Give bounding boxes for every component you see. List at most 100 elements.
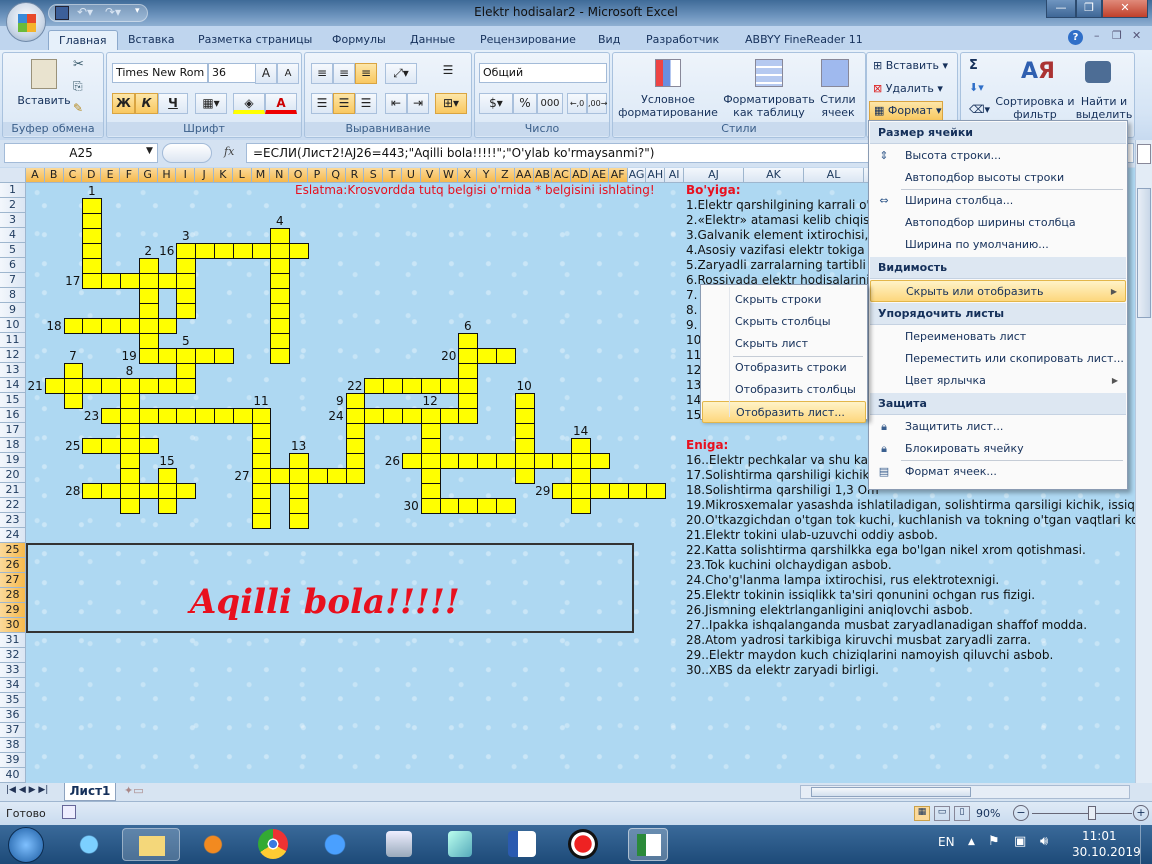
crossword-cell[interactable] bbox=[232, 408, 253, 424]
decrease-indent-button[interactable]: ⇤ bbox=[385, 93, 407, 114]
crossword-cell[interactable] bbox=[214, 408, 234, 424]
fill-color-button[interactable]: ◈ bbox=[233, 93, 265, 114]
row-header[interactable]: 33 bbox=[0, 663, 26, 678]
crossword-cell[interactable] bbox=[289, 453, 309, 469]
crossword-cell[interactable] bbox=[120, 483, 140, 499]
crossword-cell[interactable] bbox=[420, 483, 441, 499]
column-header[interactable]: L bbox=[232, 168, 252, 183]
crossword-cell[interactable] bbox=[251, 513, 272, 529]
row-header[interactable]: 36 bbox=[0, 708, 26, 723]
tab-review[interactable]: Рецензирование bbox=[470, 30, 586, 50]
crossword-cell[interactable] bbox=[157, 273, 178, 289]
row-header[interactable]: 12 bbox=[0, 348, 26, 363]
column-header[interactable]: AH bbox=[646, 168, 666, 183]
row-header[interactable]: 22 bbox=[0, 498, 26, 513]
crossword-cell[interactable] bbox=[195, 408, 215, 424]
percent-button[interactable]: % bbox=[513, 93, 537, 114]
excel-icon[interactable] bbox=[628, 828, 668, 861]
crossword-cell[interactable] bbox=[477, 348, 497, 364]
tab-view[interactable]: Вид bbox=[588, 30, 630, 50]
font-size-select[interactable]: 36 bbox=[208, 63, 256, 83]
select-all-corner[interactable] bbox=[0, 168, 26, 183]
ribbon-minimize-icon[interactable]: – bbox=[1094, 29, 1100, 42]
macro-record-icon[interactable] bbox=[62, 805, 76, 819]
crossword-cell[interactable] bbox=[383, 408, 403, 424]
crossword-cell[interactable] bbox=[289, 468, 309, 484]
crossword-cell[interactable] bbox=[176, 348, 197, 364]
scroll-thumb[interactable] bbox=[1137, 188, 1151, 318]
crossword-cell[interactable] bbox=[270, 228, 291, 244]
h-scroll-thumb[interactable] bbox=[811, 787, 971, 797]
formula-bar-expander[interactable] bbox=[162, 143, 212, 163]
crossword-cell[interactable] bbox=[251, 468, 272, 484]
crossword-cell[interactable] bbox=[176, 408, 197, 424]
crossword-cell[interactable] bbox=[533, 453, 554, 469]
crossword-cell[interactable] bbox=[82, 228, 103, 244]
office-button[interactable] bbox=[6, 2, 46, 42]
show-desktop-button[interactable] bbox=[1140, 825, 1152, 864]
crossword-cell[interactable] bbox=[270, 318, 291, 334]
column-header[interactable]: F bbox=[120, 168, 139, 183]
crossword-cell[interactable] bbox=[138, 438, 159, 454]
tab-developer[interactable]: Разработчик bbox=[636, 30, 729, 50]
crossword-cell[interactable] bbox=[439, 453, 460, 469]
crossword-cell[interactable] bbox=[270, 333, 291, 349]
sort-filter-button[interactable]: Сортировка и фильтр bbox=[995, 95, 1075, 121]
customize-qat-icon[interactable]: ▾ bbox=[135, 6, 140, 16]
crossword-cell[interactable] bbox=[552, 483, 573, 499]
row-header[interactable]: 28 bbox=[0, 588, 26, 603]
crossword-cell[interactable] bbox=[458, 363, 479, 379]
crossword-cell[interactable] bbox=[514, 438, 535, 454]
crossword-cell[interactable] bbox=[458, 498, 479, 514]
orientation-button[interactable]: ⤢▾ bbox=[385, 63, 417, 84]
row-header[interactable]: 10 bbox=[0, 318, 26, 333]
column-header[interactable]: AG bbox=[627, 168, 647, 183]
insert-sheet-icon[interactable]: ✦▭ bbox=[124, 784, 144, 797]
crossword-cell[interactable] bbox=[232, 243, 253, 259]
minimize-button[interactable]: — bbox=[1046, 0, 1076, 18]
column-header[interactable]: AD bbox=[571, 168, 590, 183]
font-color-button[interactable]: A bbox=[265, 93, 297, 114]
clock-time[interactable]: 11:01 bbox=[1082, 829, 1117, 843]
row-header[interactable]: 20 bbox=[0, 468, 26, 483]
submenu-item[interactable]: Отобразить столбцы bbox=[702, 379, 866, 401]
crossword-cell[interactable] bbox=[420, 468, 441, 484]
row-header[interactable]: 21 bbox=[0, 483, 26, 498]
crossword-cell[interactable] bbox=[138, 378, 159, 394]
crossword-cell[interactable] bbox=[420, 438, 441, 454]
crossword-cell[interactable] bbox=[120, 378, 140, 394]
row-header[interactable]: 29 bbox=[0, 603, 26, 618]
column-header[interactable]: D bbox=[82, 168, 102, 183]
menu-item[interactable]: Блокировать ячейку 🔒︎ bbox=[870, 438, 1126, 460]
column-header[interactable]: K bbox=[214, 168, 233, 183]
column-header[interactable]: E bbox=[101, 168, 120, 183]
wrap-text-button[interactable]: ☰ bbox=[435, 61, 461, 82]
crossword-cell[interactable] bbox=[571, 483, 591, 499]
crossword-cell[interactable] bbox=[496, 453, 516, 469]
crossword-cell[interactable] bbox=[120, 498, 140, 514]
crossword-cell[interactable] bbox=[514, 468, 535, 484]
row-header[interactable]: 25 bbox=[0, 543, 26, 558]
crossword-cell[interactable] bbox=[477, 453, 497, 469]
column-header[interactable]: I bbox=[176, 168, 196, 183]
zoom-slider[interactable] bbox=[1032, 813, 1132, 814]
tab-page-layout[interactable]: Разметка страницы bbox=[188, 30, 322, 50]
row-header[interactable]: 30 bbox=[0, 618, 26, 633]
crossword-cell[interactable] bbox=[345, 393, 366, 409]
align-bottom-button[interactable]: ≡ bbox=[355, 63, 377, 84]
crossword-cell[interactable] bbox=[627, 483, 648, 499]
crossword-cell[interactable] bbox=[345, 468, 366, 484]
crossword-cell[interactable] bbox=[590, 453, 610, 469]
row-header[interactable]: 7 bbox=[0, 273, 26, 288]
first-sheet-icon[interactable]: |◀ ◀ ▶ ▶| bbox=[6, 785, 48, 795]
tab-formulas[interactable]: Формулы bbox=[322, 30, 396, 50]
row-header[interactable]: 40 bbox=[0, 768, 26, 783]
crossword-cell[interactable] bbox=[120, 273, 140, 289]
crossword-cell[interactable] bbox=[138, 483, 159, 499]
crossword-cell[interactable] bbox=[345, 438, 366, 454]
media-player-icon[interactable] bbox=[196, 828, 230, 861]
restore-button[interactable]: ❐ bbox=[1076, 0, 1102, 18]
crossword-cell[interactable] bbox=[439, 408, 460, 424]
file-explorer-icon[interactable] bbox=[122, 828, 180, 861]
crossword-cell[interactable] bbox=[270, 273, 291, 289]
